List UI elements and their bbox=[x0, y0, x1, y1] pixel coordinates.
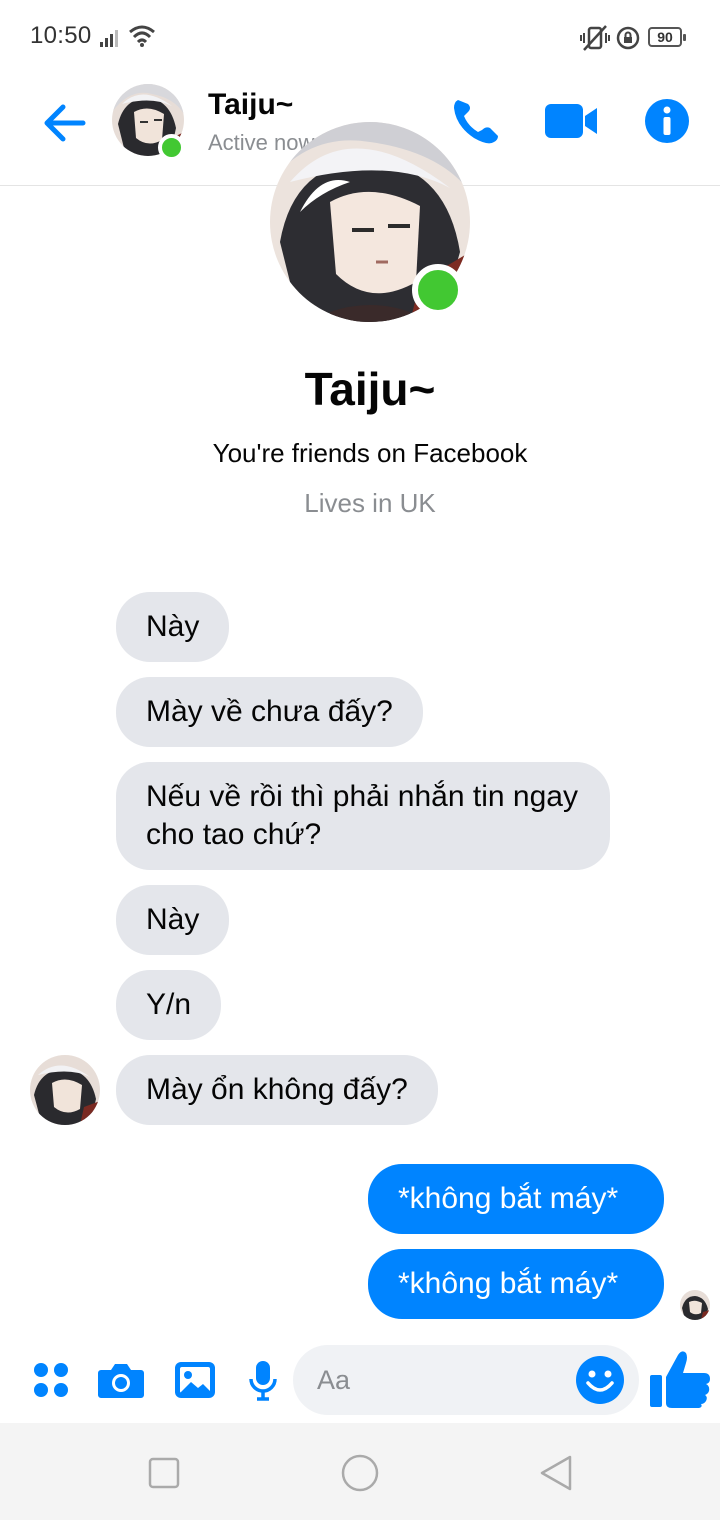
sender-avatar-image bbox=[30, 1055, 100, 1125]
video-camera-icon bbox=[545, 104, 597, 138]
message-bubble-incoming[interactable]: Mày về chưa đấy? bbox=[116, 677, 423, 747]
message-input[interactable]: Aa bbox=[293, 1345, 639, 1415]
profile-online-indicator bbox=[412, 264, 464, 316]
seen-receipt-avatar bbox=[680, 1290, 710, 1320]
back-button[interactable] bbox=[36, 98, 92, 148]
microphone-icon bbox=[249, 1361, 277, 1401]
info-button[interactable] bbox=[644, 98, 690, 144]
gallery-button[interactable] bbox=[170, 1355, 220, 1405]
back-arrow-icon bbox=[44, 104, 86, 142]
image-icon bbox=[175, 1362, 215, 1398]
status-time: 10:50 bbox=[30, 22, 92, 49]
message-bubble-outgoing[interactable]: *không bắt máy* bbox=[368, 1249, 664, 1319]
contact-name[interactable]: Taiju~ bbox=[208, 88, 293, 122]
status-bar: 10:50 90 bbox=[0, 0, 720, 76]
message-input-placeholder: Aa bbox=[317, 1365, 351, 1395]
info-icon bbox=[645, 99, 689, 143]
phone-icon bbox=[454, 100, 498, 144]
battery-indicator: 90 bbox=[648, 27, 686, 47]
vibrate-mute-icon bbox=[580, 25, 610, 51]
location-info: Lives in UK bbox=[304, 488, 436, 518]
system-navigation-bar bbox=[0, 1423, 720, 1520]
message-bubble-incoming[interactable]: Này bbox=[116, 885, 230, 955]
recent-apps-icon[interactable] bbox=[144, 1453, 184, 1493]
back-triangle-icon[interactable] bbox=[536, 1453, 576, 1493]
message-bubble-outgoing[interactable]: *không bắt máy* bbox=[368, 1164, 664, 1234]
message-bubble-incoming[interactable]: Mày ổn không đấy? bbox=[116, 1055, 438, 1125]
rotation-lock-icon bbox=[616, 26, 640, 50]
message-bubble-incoming[interactable]: Y/n bbox=[116, 970, 222, 1040]
camera-button[interactable] bbox=[96, 1355, 146, 1405]
thumbs-up-icon bbox=[650, 1351, 710, 1408]
menu-grid-icon bbox=[34, 1363, 68, 1397]
more-actions-button[interactable] bbox=[26, 1355, 76, 1405]
video-call-button[interactable] bbox=[543, 98, 599, 144]
message-composer: Aa bbox=[0, 1335, 720, 1423]
sender-avatar[interactable] bbox=[30, 1055, 100, 1125]
emoji-button[interactable] bbox=[575, 1355, 625, 1405]
like-button[interactable] bbox=[648, 1349, 712, 1409]
profile-name: Taiju~ bbox=[304, 363, 436, 415]
voice-call-button[interactable] bbox=[450, 96, 502, 146]
wifi-icon bbox=[129, 25, 155, 47]
signal-icon bbox=[100, 30, 118, 47]
friends-status: You're friends on Facebook bbox=[212, 438, 528, 468]
home-icon[interactable] bbox=[338, 1451, 382, 1495]
message-bubble-incoming[interactable]: Nếu về rồi thì phải nhắn tin ngay cho ta… bbox=[116, 762, 610, 870]
emoji-icon bbox=[576, 1356, 624, 1404]
message-bubble-incoming[interactable]: Này bbox=[116, 592, 230, 662]
online-indicator bbox=[158, 134, 185, 161]
voice-record-button[interactable] bbox=[238, 1355, 288, 1405]
camera-icon bbox=[98, 1364, 144, 1398]
seen-avatar-image bbox=[680, 1290, 710, 1320]
